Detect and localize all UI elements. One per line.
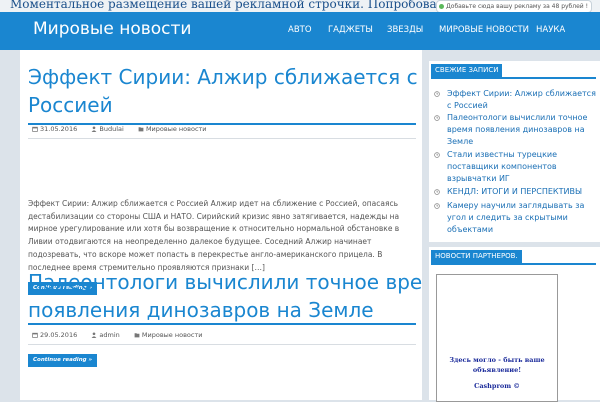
calendar-icon: [32, 332, 38, 338]
post-meta: 29.05.2016 admin Мировые новости: [32, 331, 203, 339]
clock-icon: [434, 115, 440, 121]
widget-title-underline: [431, 263, 596, 265]
sidebar: СВЕЖИЕ ЗАПИСИ Эффект Сирии: Алжир сближа…: [429, 50, 600, 402]
user-icon: [91, 332, 97, 338]
nav-item-world-news[interactable]: МИРОВЫЕ НОВОСТИ: [439, 25, 529, 35]
recent-post-link[interactable]: Эффект Сирии: Алжир сближается с Россией: [447, 88, 597, 112]
ad-badge-label: Добавьте сюда вашу рекламу за 48 рублей …: [446, 3, 588, 10]
continue-reading-button[interactable]: Continue reading »: [28, 354, 98, 367]
folder-icon: [138, 127, 144, 132]
meta-divider: [28, 344, 416, 345]
ad-banner-text: Здесь могло - быть ваше объявление! Cash…: [437, 355, 557, 391]
post-category[interactable]: Мировые новости: [142, 331, 203, 339]
post-date[interactable]: 29.05.2016: [40, 331, 77, 339]
widget-title: НОВОСТИ ПАРТНЕРОВ.: [431, 250, 522, 263]
post-title-line: Россией: [28, 93, 113, 117]
post-author[interactable]: admin: [99, 331, 119, 339]
recent-post-link[interactable]: Стали известны турецкие поставщики компо…: [447, 149, 597, 185]
meta-divider: [28, 138, 416, 139]
post-title-line: Палеонтологи вычислили точное время: [28, 270, 422, 294]
nav-item-gadgets[interactable]: ГАДЖЕТЫ: [328, 25, 373, 35]
post-author[interactable]: Budulai: [99, 125, 123, 133]
clock-icon: [434, 203, 440, 209]
ad-badge[interactable]: Добавьте сюда вашу рекламу за 48 рублей …: [436, 0, 592, 12]
site-title[interactable]: Мировые новости: [33, 19, 191, 39]
partner-ad-banner[interactable]: Здесь могло - быть ваше объявление! Cash…: [436, 274, 558, 402]
widget-title: СВЕЖИЕ ЗАПИСИ: [431, 64, 503, 77]
title-divider: [28, 323, 416, 325]
recent-post-link[interactable]: КЕНДЛ: ИТОГИ И ПЕРСПЕКТИВЫ: [447, 186, 597, 198]
user-icon: [91, 126, 97, 132]
widget-title-underline: [431, 77, 596, 79]
main-content: Эффект Сирии: Алжир сближается с Россией…: [20, 50, 422, 400]
post-category[interactable]: Мировые новости: [146, 125, 207, 133]
recent-post-link[interactable]: Камеру научили заглядывать за угол и сле…: [447, 200, 597, 236]
calendar-icon: [32, 126, 38, 132]
status-dot-icon: [439, 4, 445, 9]
nav-item-stars[interactable]: ЗВЕЗДЫ: [387, 25, 423, 35]
clock-icon: [434, 91, 440, 97]
nav-item-science[interactable]: НАУКА: [536, 25, 565, 35]
post-date[interactable]: 31.05.2016: [40, 125, 77, 133]
clock-icon: [434, 189, 440, 195]
post-excerpt: Эффект Сирии: Алжир сближается с Россией…: [28, 199, 400, 272]
ad-banner-line: Здесь могло - быть ваше: [449, 356, 545, 364]
post-title-line: появления динозавров на Земле: [28, 298, 374, 322]
ad-line-link[interactable]: Моментальное размещение вашей рекламной …: [10, 0, 455, 12]
post-title-link[interactable]: Эффект Сирии: Алжир сближается с Россией: [28, 63, 418, 119]
post-meta: 31.05.2016 Budulai Мировые новости: [32, 125, 207, 133]
recent-posts-widget: СВЕЖИЕ ЗАПИСИ Эффект Сирии: Алжир сближа…: [429, 61, 600, 242]
nav-item-auto[interactable]: АВТО: [288, 25, 312, 35]
post-title-line: Эффект Сирии: Алжир сближается с: [28, 65, 418, 89]
top-ad-strip: Моментальное размещение вашей рекламной …: [0, 0, 600, 12]
recent-post-link[interactable]: Палеонтологи вычислили точное время появ…: [447, 112, 597, 148]
ad-banner-line: Cashprom ©: [474, 382, 520, 390]
header-navbar: Мировые новости АВТО ГАДЖЕТЫ ЗВЕЗДЫ МИРО…: [0, 12, 600, 50]
folder-icon: [134, 333, 140, 338]
clock-icon: [434, 152, 440, 158]
post-title-link[interactable]: Палеонтологи вычислили точное время появ…: [28, 268, 422, 324]
ad-banner-line: объявление!: [472, 366, 522, 374]
